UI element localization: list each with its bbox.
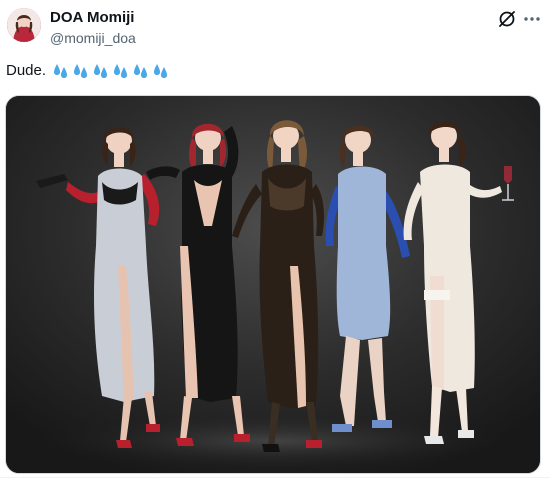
post-header: DOA Momiji @momiji_doa (0, 0, 550, 56)
post-text-content: Dude. (6, 62, 47, 79)
more-dots-icon[interactable] (521, 9, 543, 29)
sweat-droplets-icon (114, 64, 128, 78)
bottom-divider (0, 477, 550, 478)
avatar[interactable] (7, 8, 41, 42)
sweat-droplets-icon (134, 64, 148, 78)
sweat-droplets-icon (154, 64, 168, 78)
sweat-droplets-icon (74, 64, 88, 78)
sweat-droplets-icon (54, 64, 68, 78)
avatar-image (7, 8, 41, 42)
post-card: DOA Momiji @momiji_doa Dude. (0, 0, 550, 480)
user-handle[interactable]: @momiji_doa (50, 29, 136, 47)
media-illustration (6, 96, 540, 473)
sweat-droplets-icon (94, 64, 108, 78)
post-text: Dude. (6, 61, 170, 81)
post-media-image[interactable] (5, 95, 541, 474)
emoji-row (52, 62, 170, 80)
grok-slash-icon[interactable] (497, 9, 517, 29)
display-name[interactable]: DOA Momiji (50, 8, 134, 27)
